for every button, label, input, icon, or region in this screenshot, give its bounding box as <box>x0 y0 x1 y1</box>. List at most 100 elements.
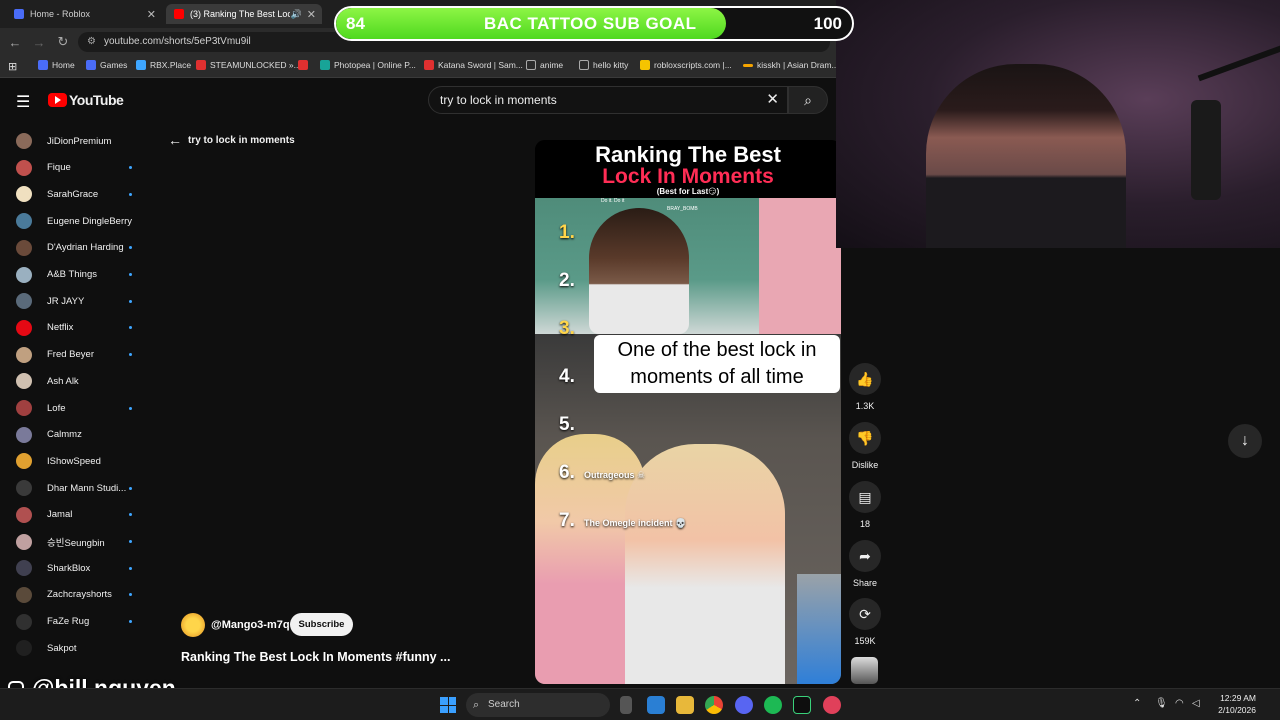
next-video-button[interactable]: ↓ <box>1228 424 1262 458</box>
bookmark-home[interactable]: Home <box>38 60 75 70</box>
search-icon: ⌕ <box>804 92 812 108</box>
back-arrow-icon[interactable]: ← <box>3 35 27 50</box>
sidebar-subscription-item[interactable]: Dhar Mann Studi... <box>0 475 150 501</box>
sidebar-subscription-item[interactable]: IShowSpeed <box>0 448 150 474</box>
sidebar-subscription-item[interactable]: Lofe <box>0 395 150 421</box>
video-watermark: BRAY_BOMB <box>667 206 698 212</box>
spotify-icon[interactable] <box>764 696 782 714</box>
search-input[interactable]: try to lock in moments ✕ <box>428 86 788 114</box>
shorts-video-player[interactable]: Ranking The Best Lock In Moments (Best f… <box>535 140 841 684</box>
chrome-icon[interactable] <box>705 696 723 714</box>
sidebar-subscription-item[interactable]: Jamal <box>0 502 150 528</box>
bookmark-kisskh[interactable]: kisskh | Asian Dram... <box>743 60 839 70</box>
back-to-search-link[interactable]: ← try to lock in moments <box>168 132 295 148</box>
channel-info[interactable]: @Mango3-m7q <box>181 613 290 637</box>
channel-avatar <box>16 426 32 443</box>
sound-thumbnail[interactable] <box>851 657 878 684</box>
share-button[interactable]: ➦ Share <box>848 540 882 588</box>
sidebar-subscription-item[interactable]: Fred Beyer <box>0 342 150 368</box>
remix-button[interactable]: ⟳ 159K <box>848 598 882 646</box>
folder-icon <box>526 60 536 70</box>
new-content-dot <box>129 246 132 250</box>
apps-grid-icon[interactable]: ⊞ <box>8 60 17 73</box>
bookmark-extra[interactable] <box>298 60 312 70</box>
close-tab-icon[interactable]: ✕ <box>307 8 316 21</box>
opera-icon[interactable] <box>823 696 841 714</box>
wifi-icon[interactable]: ◠ <box>1175 698 1184 709</box>
close-tab-icon[interactable]: ✕ <box>147 8 156 21</box>
discord-icon[interactable] <box>735 696 753 714</box>
sidebar-subscription-item[interactable]: JiDionPremium <box>0 128 150 154</box>
bookmarks-bar: ⊞ Home Games RBX.Place STEAMUNLOCKED »..… <box>0 56 839 78</box>
sidebar-subscription-item[interactable]: 승빈Seungbin <box>0 529 150 555</box>
bookmark-steamunlocked[interactable]: STEAMUNLOCKED »... <box>196 60 301 70</box>
tab-home-roblox[interactable]: Home - Roblox ✕ <box>6 4 162 24</box>
volume-icon[interactable]: ◁ <box>1192 698 1200 709</box>
sidebar-subscription-item[interactable]: Netflix <box>0 315 150 341</box>
taskbar-search[interactable]: ⌕ Search <box>466 693 610 717</box>
channel-avatar <box>16 293 32 310</box>
task-view-icon[interactable] <box>620 696 632 714</box>
robloxscripts-icon <box>640 60 650 70</box>
sidebar-item-label: JiDionPremium <box>47 135 112 147</box>
video-title[interactable]: Ranking The Best Lock In Moments #funny … <box>181 650 450 664</box>
comments-button[interactable]: ▤ 18 <box>848 481 882 529</box>
channel-name[interactable]: @Mango3-m7q <box>211 619 290 631</box>
bookmark-label: RBX.Place <box>150 60 192 70</box>
dislike-button[interactable]: 👎 Dislike <box>848 422 882 470</box>
sidebar-subscription-item[interactable]: JR JAYY <box>0 288 150 314</box>
sidebar-subscription-item[interactable]: Ash Alk <box>0 368 150 394</box>
chevron-up-icon[interactable]: ⌃ <box>1133 698 1141 709</box>
tab-youtube-short[interactable]: (3) Ranking The Best Lock I 🔊 ✕ <box>166 4 322 24</box>
subscribe-button[interactable]: Subscribe <box>290 613 353 636</box>
new-content-dot <box>129 620 132 624</box>
new-content-dot <box>129 406 132 410</box>
bookmark-label: hello kitty <box>593 60 629 70</box>
video-title-overlay: Ranking The Best Lock In Moments (Best f… <box>535 140 841 198</box>
file-explorer-icon[interactable] <box>676 696 694 714</box>
bookmark-photopea[interactable]: Photopea | Online P... <box>320 60 416 70</box>
video-scene-top <box>535 198 759 334</box>
like-button[interactable]: 👍 1.3K <box>848 363 882 411</box>
app-icon[interactable] <box>793 696 811 714</box>
url-text: youtube.com/shorts/5eP3tVmu9il <box>104 36 251 47</box>
sidebar-subscription-item[interactable]: SarahGrace <box>0 181 150 207</box>
microphone-icon[interactable]: 🎙 <box>1155 698 1168 709</box>
search-button[interactable]: ⌕ <box>788 86 828 114</box>
sidebar-subscription-item[interactable]: FaZe Rug <box>0 609 150 635</box>
store-icon[interactable] <box>647 696 665 714</box>
site-info-icon[interactable]: ⚙ <box>87 32 96 52</box>
sidebar-subscription-item[interactable]: A&B Things <box>0 262 150 288</box>
bookmark-katana[interactable]: Katana Sword | Sam... <box>424 60 523 70</box>
sidebar-subscription-item[interactable]: SharkBlox <box>0 555 150 581</box>
sidebar-item-label: SharkBlox <box>47 562 91 574</box>
windows-start-icon[interactable] <box>440 697 456 713</box>
steamunlocked-icon <box>196 60 206 70</box>
kisskh-icon <box>743 63 753 67</box>
video-caption: One of the best lock in moments of all t… <box>594 335 840 393</box>
bookmark-folder-anime[interactable]: anime <box>526 60 563 70</box>
bookmark-robloxscripts[interactable]: robloxscripts.com |... <box>640 60 732 70</box>
sidebar-subscription-item[interactable]: Sakpot <box>0 635 150 661</box>
roblox-favicon-icon <box>14 9 24 19</box>
sidebar-subscription-item[interactable]: Fique <box>0 155 150 181</box>
comment-count: 18 <box>859 519 870 529</box>
youtube-logo[interactable]: YouTube <box>48 92 124 108</box>
streamer <box>926 64 1126 248</box>
taskbar-clock[interactable]: 12:29 AM 2/10/2026 <box>1208 692 1256 716</box>
reload-icon[interactable]: ↻ <box>51 34 75 50</box>
sidebar-item-label: Fred Beyer <box>47 349 94 361</box>
sidebar-subscription-item[interactable]: Eugene DingleBerry <box>0 208 150 234</box>
forward-arrow-icon[interactable]: → <box>27 35 51 50</box>
sidebar-subscription-item[interactable]: Calmmz <box>0 422 150 448</box>
speaker-icon[interactable]: 🔊 <box>291 9 302 20</box>
clear-search-icon[interactable]: ✕ <box>766 87 779 113</box>
bookmark-games[interactable]: Games <box>86 60 127 70</box>
bookmark-rbxplace[interactable]: RBX.Place <box>136 60 191 70</box>
channel-avatar <box>16 613 32 630</box>
clock-date: 2/10/2026 <box>1218 705 1256 715</box>
sidebar-subscription-item[interactable]: Zachcrayshorts <box>0 582 150 608</box>
bookmark-folder-hello-kitty[interactable]: hello kitty <box>579 60 628 70</box>
channel-avatar[interactable] <box>181 613 205 637</box>
sidebar-subscription-item[interactable]: D'Aydrian Harding <box>0 235 150 261</box>
